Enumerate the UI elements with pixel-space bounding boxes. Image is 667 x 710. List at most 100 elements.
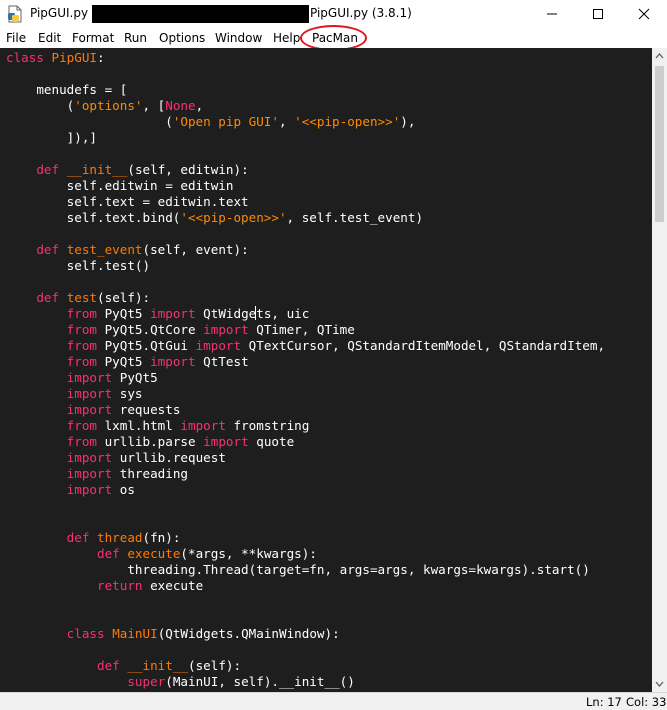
maximize-icon — [593, 9, 603, 19]
scroll-down-arrow-icon[interactable] — [652, 676, 667, 692]
code-line: from PyQt5 import QtTest — [6, 354, 249, 369]
code-token: threading.Thread(target=fn, args=args, k… — [6, 562, 590, 577]
definition-token: __init__ — [127, 658, 189, 673]
window-title-prefix: PipGUI.py - — [30, 6, 101, 20]
definition-token: execute — [127, 546, 181, 561]
menu-window[interactable]: Window — [215, 30, 262, 46]
code-token: self.test() — [6, 258, 151, 273]
keyword-token: def — [36, 290, 60, 305]
keyword-token: import — [66, 370, 113, 385]
code-token: , — [195, 98, 204, 113]
keyword-token: from — [66, 338, 98, 353]
code-token: urllib.parse — [97, 434, 204, 449]
menu-format[interactable]: Format — [72, 30, 114, 46]
code-text[interactable]: class PipGUI: menudefs = [ ('options', [… — [6, 50, 605, 690]
code-token: ]),] — [6, 130, 97, 145]
code-token: (self, event): — [142, 242, 249, 257]
maximize-button[interactable] — [575, 0, 621, 28]
minimize-button[interactable] — [529, 0, 575, 28]
scroll-up-arrow-icon[interactable] — [652, 48, 667, 64]
code-token: (QtWidgets.QMainWindow): — [157, 626, 340, 641]
code-token: , self.test_event) — [286, 210, 424, 225]
code-token: urllib.request — [112, 450, 226, 465]
menu-run[interactable]: Run — [124, 30, 147, 46]
code-line: self.test() — [6, 258, 150, 273]
menu-file[interactable]: File — [6, 30, 26, 46]
code-token: (*args, **kwargs): — [180, 546, 317, 561]
code-token: QtWidge — [195, 306, 257, 321]
code-token: menudefs = [ — [6, 82, 128, 97]
string-token: '<<pip-open>>' — [180, 210, 287, 225]
code-line: from lxml.html import fromstring — [6, 418, 310, 433]
keyword-token: import — [66, 482, 113, 497]
string-token: '<<pip-open>>' — [294, 114, 401, 129]
keyword-token: import — [195, 338, 242, 353]
code-token: ( — [6, 98, 75, 113]
keyword-token: import — [203, 434, 249, 449]
code-line: self.text.bind('<<pip-open>>', self.test… — [6, 210, 423, 225]
code-line: import urllib.request — [6, 450, 226, 465]
definition-token: __init__ — [66, 162, 128, 177]
vertical-scrollbar[interactable] — [652, 48, 667, 692]
menu-edit[interactable]: Edit — [38, 30, 61, 46]
code-token: ), — [400, 114, 416, 129]
definition-token: test_event — [66, 242, 143, 257]
code-token: QTimer, QTime — [248, 322, 355, 337]
minimize-icon — [547, 13, 557, 15]
scrollbar-thumb[interactable] — [655, 66, 664, 222]
code-token: threading — [112, 466, 188, 481]
code-line: class PipGUI: — [6, 50, 105, 65]
code-line: def execute(*args, **kwargs): — [6, 546, 317, 561]
status-line: Ln: 17 — [586, 695, 622, 709]
code-line: def __init__(self, editwin): — [6, 162, 249, 177]
keyword-token: from — [66, 322, 98, 337]
code-line: def test(self): — [6, 290, 150, 305]
definition-token: thread — [97, 530, 143, 545]
keyword-token: import — [66, 386, 113, 401]
code-editor[interactable]: class PipGUI: menudefs = [ ('options', [… — [0, 48, 652, 692]
code-token: , [ — [142, 98, 166, 113]
menu-help[interactable]: Help — [273, 30, 300, 46]
code-line: import os — [6, 482, 135, 497]
window-title-suffix: PipGUI.py (3.8.1) — [310, 6, 412, 20]
close-button[interactable] — [621, 0, 667, 28]
close-icon — [638, 8, 650, 20]
code-line: self.text = editwin.text — [6, 194, 249, 209]
keyword-token: import — [180, 418, 226, 433]
code-token: sys — [112, 386, 143, 401]
code-token: QTextCursor, QStandardItemModel, QStanda… — [241, 338, 606, 353]
menu-options[interactable]: Options — [159, 30, 205, 46]
code-token: self.text = editwin.text — [6, 194, 249, 209]
code-line: return execute — [6, 578, 203, 593]
code-token: PyQt5 — [112, 370, 158, 385]
string-token: 'Open pip GUI' — [172, 114, 279, 129]
keyword-token: import — [150, 306, 196, 321]
keyword-token: import — [66, 402, 113, 417]
keyword-token: def — [66, 530, 90, 545]
code-token: (self, editwin): — [127, 162, 249, 177]
code-line: def thread(fn): — [6, 530, 181, 545]
code-token: PyQt5.QtGui — [97, 338, 196, 353]
code-line: threading.Thread(target=fn, args=args, k… — [6, 562, 590, 577]
keyword-token: return — [97, 578, 143, 593]
keyword-token: def — [36, 242, 60, 257]
code-token: ( — [6, 114, 173, 129]
code-token: , — [278, 114, 295, 129]
keyword-token: import — [66, 450, 113, 465]
code-line: self.editwin = editwin — [6, 178, 234, 193]
code-line: import requests — [6, 402, 181, 417]
keyword-token: def — [97, 658, 120, 673]
